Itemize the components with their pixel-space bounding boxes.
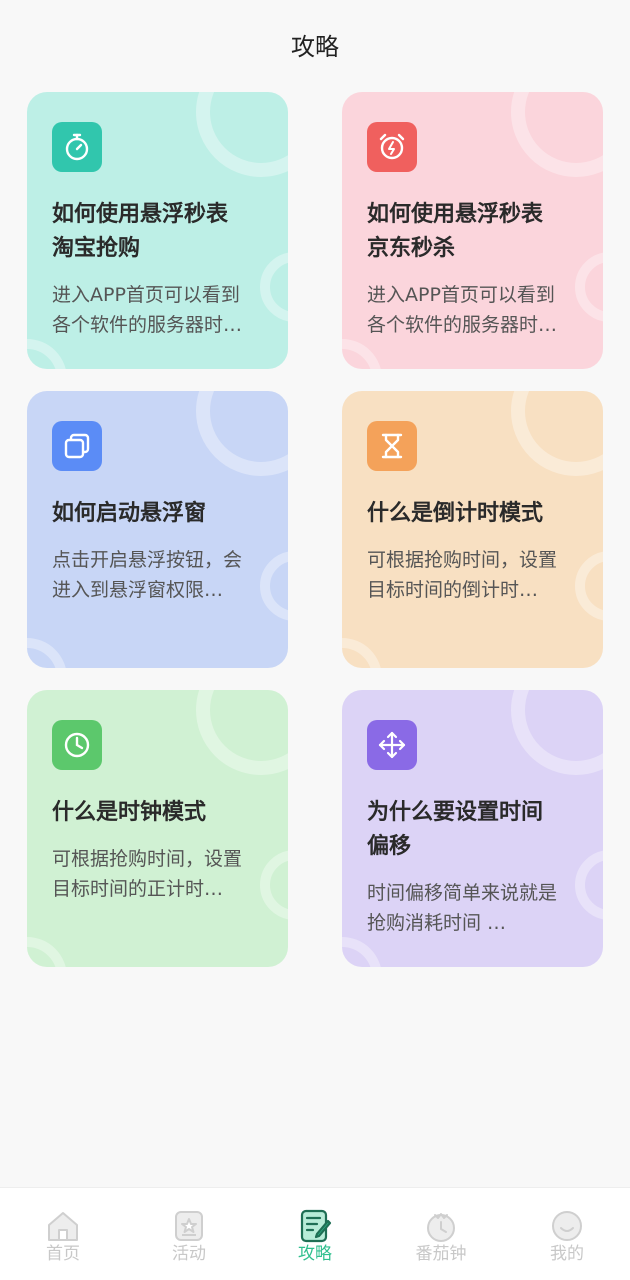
decor-ring	[342, 937, 382, 967]
tab-label: 首页	[46, 1244, 80, 1264]
alarm-clock-icon	[367, 122, 417, 172]
card-title: 为什么要设置时间 偏移	[367, 800, 544, 859]
stopwatch-icon	[52, 122, 102, 172]
decor-ring	[27, 339, 67, 369]
card-desc: 可根据抢购时间，设置 目标时间的倒计时…	[367, 549, 558, 601]
tomato-clock-icon	[427, 1213, 455, 1242]
decor-ring	[27, 638, 67, 668]
card-desc: 时间偏移简单来说就是 抢购消耗时间 …	[367, 882, 558, 934]
decor-ring	[196, 391, 288, 476]
decor-ring	[511, 92, 603, 177]
tab-label: 我的	[550, 1244, 584, 1264]
card-title: 如何启动悬浮窗	[52, 501, 207, 526]
move-arrows-icon	[367, 720, 417, 770]
guide-card-countdown[interactable]: 什么是倒计时模式 可根据抢购时间，设置 目标时间的倒计时…	[342, 391, 603, 668]
card-title: 什么是时钟模式	[52, 800, 207, 825]
tab-profile[interactable]: 我的	[504, 1188, 630, 1280]
guide-grid: 如何使用悬浮秒表 淘宝抢购 进入APP首页可以看到 各个软件的服务器时… 如何使…	[27, 92, 603, 967]
card-desc: 进入APP首页可以看到 各个软件的服务器时…	[367, 284, 558, 336]
floating-window-icon	[52, 421, 102, 471]
tab-tomato-clock[interactable]: 番茄钟	[378, 1188, 504, 1280]
decor-ring	[196, 92, 288, 177]
home-icon	[48, 1212, 78, 1241]
decor-ring	[511, 690, 603, 775]
guide-card-jd[interactable]: 如何使用悬浮秒表 京东秒杀 进入APP首页可以看到 各个软件的服务器时…	[342, 92, 603, 369]
hourglass-icon	[367, 421, 417, 471]
tab-label: 番茄钟	[415, 1244, 467, 1264]
guide-card-time-offset[interactable]: 为什么要设置时间 偏移 时间偏移简单来说就是 抢购消耗时间 …	[342, 690, 603, 967]
tab-guide[interactable]: 攻略	[252, 1188, 378, 1280]
card-desc: 进入APP首页可以看到 各个软件的服务器时…	[52, 284, 243, 336]
activity-icon	[175, 1211, 203, 1241]
tab-activity[interactable]: 活动	[126, 1188, 252, 1280]
page-title: 攻略	[291, 33, 339, 61]
decor-ring	[342, 339, 382, 369]
bottom-tab-bar: 首页 活动 攻略 番茄钟 我的	[0, 1187, 630, 1280]
decor-ring	[342, 638, 382, 668]
decor-ring	[27, 937, 67, 967]
tab-label: 活动	[172, 1244, 206, 1264]
guide-card-floating-window[interactable]: 如何启动悬浮窗 点击开启悬浮按钮，会 进入到悬浮窗权限…	[27, 391, 288, 668]
card-title: 什么是倒计时模式	[367, 501, 544, 526]
guide-card-taobao[interactable]: 如何使用悬浮秒表 淘宝抢购 进入APP首页可以看到 各个软件的服务器时…	[27, 92, 288, 369]
decor-ring	[511, 391, 603, 476]
tab-home[interactable]: 首页	[0, 1188, 126, 1280]
guide-card-clock-mode[interactable]: 什么是时钟模式 可根据抢购时间，设置 目标时间的正计时…	[27, 690, 288, 967]
profile-icon	[552, 1211, 582, 1241]
card-desc: 可根据抢购时间，设置 目标时间的正计时…	[52, 848, 243, 900]
tab-label: 攻略	[298, 1244, 332, 1264]
card-title: 如何使用悬浮秒表 京东秒杀	[367, 202, 544, 261]
clock-icon	[52, 720, 102, 770]
card-title: 如何使用悬浮秒表 淘宝抢购	[52, 202, 229, 261]
guide-icon	[300, 1209, 332, 1243]
decor-ring	[196, 690, 288, 775]
card-desc: 点击开启悬浮按钮，会 进入到悬浮窗权限…	[52, 549, 243, 601]
